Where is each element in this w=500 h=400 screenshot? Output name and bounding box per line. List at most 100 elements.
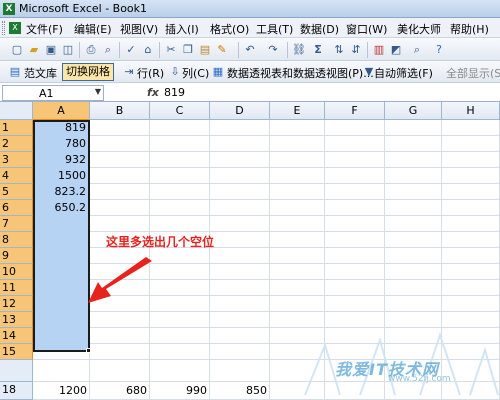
- menu-bar: X 文件(F) 编辑(E) 视图(V) 插入(I) 格式(O) 工具(T) 数据…: [0, 18, 500, 38]
- watermark-url: www.52ij.com: [388, 374, 451, 384]
- sort-descending-icon[interactable]: ⇵: [349, 43, 363, 57]
- row-header-2[interactable]: 2: [0, 136, 33, 152]
- menu-edit[interactable]: 编辑(E): [74, 21, 112, 37]
- row-header-12[interactable]: 12: [0, 296, 33, 312]
- column-header-h[interactable]: H: [442, 102, 500, 120]
- gridline: [33, 199, 500, 200]
- cut-icon[interactable]: ✂: [164, 43, 178, 57]
- menu-view[interactable]: 视图(V): [120, 21, 158, 37]
- show-all-button[interactable]: 全部显示(S): [446, 65, 500, 81]
- open-folder-icon[interactable]: ▰: [27, 43, 41, 57]
- gridline: [33, 135, 500, 136]
- row-header-18[interactable]: 18: [0, 382, 33, 400]
- menu-tools[interactable]: 工具(T): [256, 21, 293, 37]
- select-all-corner[interactable]: [0, 102, 33, 120]
- cell-a2[interactable]: 780: [35, 136, 88, 151]
- toolbar-separator: [367, 42, 368, 58]
- row-header-7[interactable]: 7: [0, 216, 33, 232]
- row-header-15[interactable]: 15: [0, 344, 33, 360]
- row-header-1[interactable]: 1: [0, 120, 33, 136]
- toolbar-separator: [119, 42, 120, 58]
- column-header-e[interactable]: E: [270, 102, 325, 120]
- library-icon[interactable]: ▤: [8, 65, 22, 79]
- gridline: [33, 151, 500, 152]
- formula-input[interactable]: 819: [164, 86, 185, 99]
- cell-a5[interactable]: 823.2: [35, 184, 88, 199]
- redo-icon[interactable]: ↷: [266, 43, 280, 57]
- format-painter-icon[interactable]: ✎: [215, 43, 229, 57]
- sort-ascending-icon[interactable]: ⇅: [332, 43, 346, 57]
- name-box[interactable]: A1 ▼: [2, 85, 104, 101]
- row-header-13[interactable]: 13: [0, 312, 33, 328]
- row-header-6[interactable]: 6: [0, 200, 33, 216]
- row-header-3[interactable]: 3: [0, 152, 33, 168]
- column-header-b[interactable]: B: [90, 102, 150, 120]
- toolbar-separator: [238, 42, 239, 58]
- column-header-g[interactable]: G: [385, 102, 442, 120]
- drawing-icon[interactable]: ◩: [389, 43, 403, 57]
- insert-row-icon[interactable]: ⇥: [122, 65, 136, 79]
- cell-c18[interactable]: 990: [150, 383, 209, 398]
- fill-handle[interactable]: [86, 348, 91, 353]
- column-header-d[interactable]: D: [210, 102, 270, 120]
- standard-toolbar: ▢ ▰ ▣ ◫ ⎙ ⌕ ✓ ⌂ ✂ ❐ ▤ ✎ ↶ ↷ ⛓ Σ ⇅ ⇵ ▥ ◩ …: [0, 39, 500, 61]
- menu-format[interactable]: 格式(O): [210, 21, 249, 37]
- row-header-14[interactable]: 14: [0, 328, 33, 344]
- workbook-icon[interactable]: X: [9, 22, 21, 34]
- pivot-table-icon[interactable]: ▦: [211, 65, 225, 79]
- cell-a4[interactable]: 1500: [35, 168, 88, 183]
- row-header-hidden[interactable]: [0, 360, 33, 382]
- cell-a18[interactable]: 1200: [33, 383, 89, 398]
- gridline: [33, 167, 500, 168]
- row-header-5[interactable]: 5: [0, 184, 33, 200]
- insert-row-button[interactable]: 行(R): [137, 65, 164, 81]
- library-button[interactable]: 范文库: [24, 65, 57, 81]
- print-icon[interactable]: ⎙: [84, 43, 98, 57]
- gridline: [33, 343, 500, 344]
- toolbar-grip[interactable]: [2, 21, 5, 35]
- row-header-4[interactable]: 4: [0, 168, 33, 184]
- cell-d18[interactable]: 850: [210, 383, 269, 398]
- row-header-11[interactable]: 11: [0, 280, 33, 296]
- column-header-c[interactable]: C: [150, 102, 210, 120]
- spelling-icon[interactable]: ✓: [124, 43, 138, 57]
- copy-icon[interactable]: ❐: [181, 43, 195, 57]
- permission-icon[interactable]: ◫: [61, 43, 75, 57]
- cell-a1[interactable]: 819: [35, 120, 88, 135]
- toggle-grid-button[interactable]: 切换网格: [62, 63, 114, 81]
- autofilter-button[interactable]: 自动筛选(F): [374, 65, 433, 81]
- menu-help[interactable]: 帮助(H): [450, 21, 489, 37]
- column-header-f[interactable]: F: [325, 102, 385, 120]
- pivot-table-button[interactable]: 数据透视表和数据透视图(P)...: [227, 65, 374, 81]
- menu-beautify[interactable]: 美化大师: [397, 21, 441, 37]
- gridline: [33, 247, 500, 248]
- cell-a6[interactable]: 650.2: [35, 200, 88, 215]
- undo-icon[interactable]: ↶: [243, 43, 257, 57]
- chevron-down-icon[interactable]: ▼: [95, 87, 101, 96]
- cell-b18[interactable]: 680: [90, 383, 149, 398]
- menu-file[interactable]: 文件(F): [26, 21, 63, 37]
- menu-data[interactable]: 数据(D): [300, 21, 339, 37]
- name-box-value: A1: [39, 87, 54, 100]
- research-icon[interactable]: ⌂: [141, 43, 155, 57]
- zoom-icon[interactable]: ⌕: [410, 43, 424, 57]
- menu-insert[interactable]: 插入(I): [165, 21, 199, 37]
- paste-icon[interactable]: ▤: [198, 43, 212, 57]
- new-file-icon[interactable]: ▢: [10, 43, 24, 57]
- print-preview-icon[interactable]: ⌕: [101, 43, 115, 57]
- insert-function-icon[interactable]: fx: [147, 86, 159, 99]
- menu-window[interactable]: 窗口(W): [346, 21, 387, 37]
- hyperlink-icon[interactable]: ⛓: [292, 43, 306, 57]
- insert-column-button[interactable]: 列(C): [182, 65, 209, 81]
- row-header-8[interactable]: 8: [0, 232, 33, 248]
- column-header-a[interactable]: A: [33, 102, 90, 120]
- toolbar-separator: [287, 42, 288, 58]
- row-header-9[interactable]: 9: [0, 248, 33, 264]
- row-header-10[interactable]: 10: [0, 264, 33, 280]
- save-icon[interactable]: ▣: [44, 43, 58, 57]
- insert-column-icon[interactable]: ⇩: [168, 65, 182, 79]
- chart-wizard-icon[interactable]: ▥: [372, 43, 386, 57]
- cell-a3[interactable]: 932: [35, 152, 88, 167]
- autosum-icon[interactable]: Σ: [311, 43, 325, 57]
- help-icon[interactable]: ?: [432, 43, 446, 57]
